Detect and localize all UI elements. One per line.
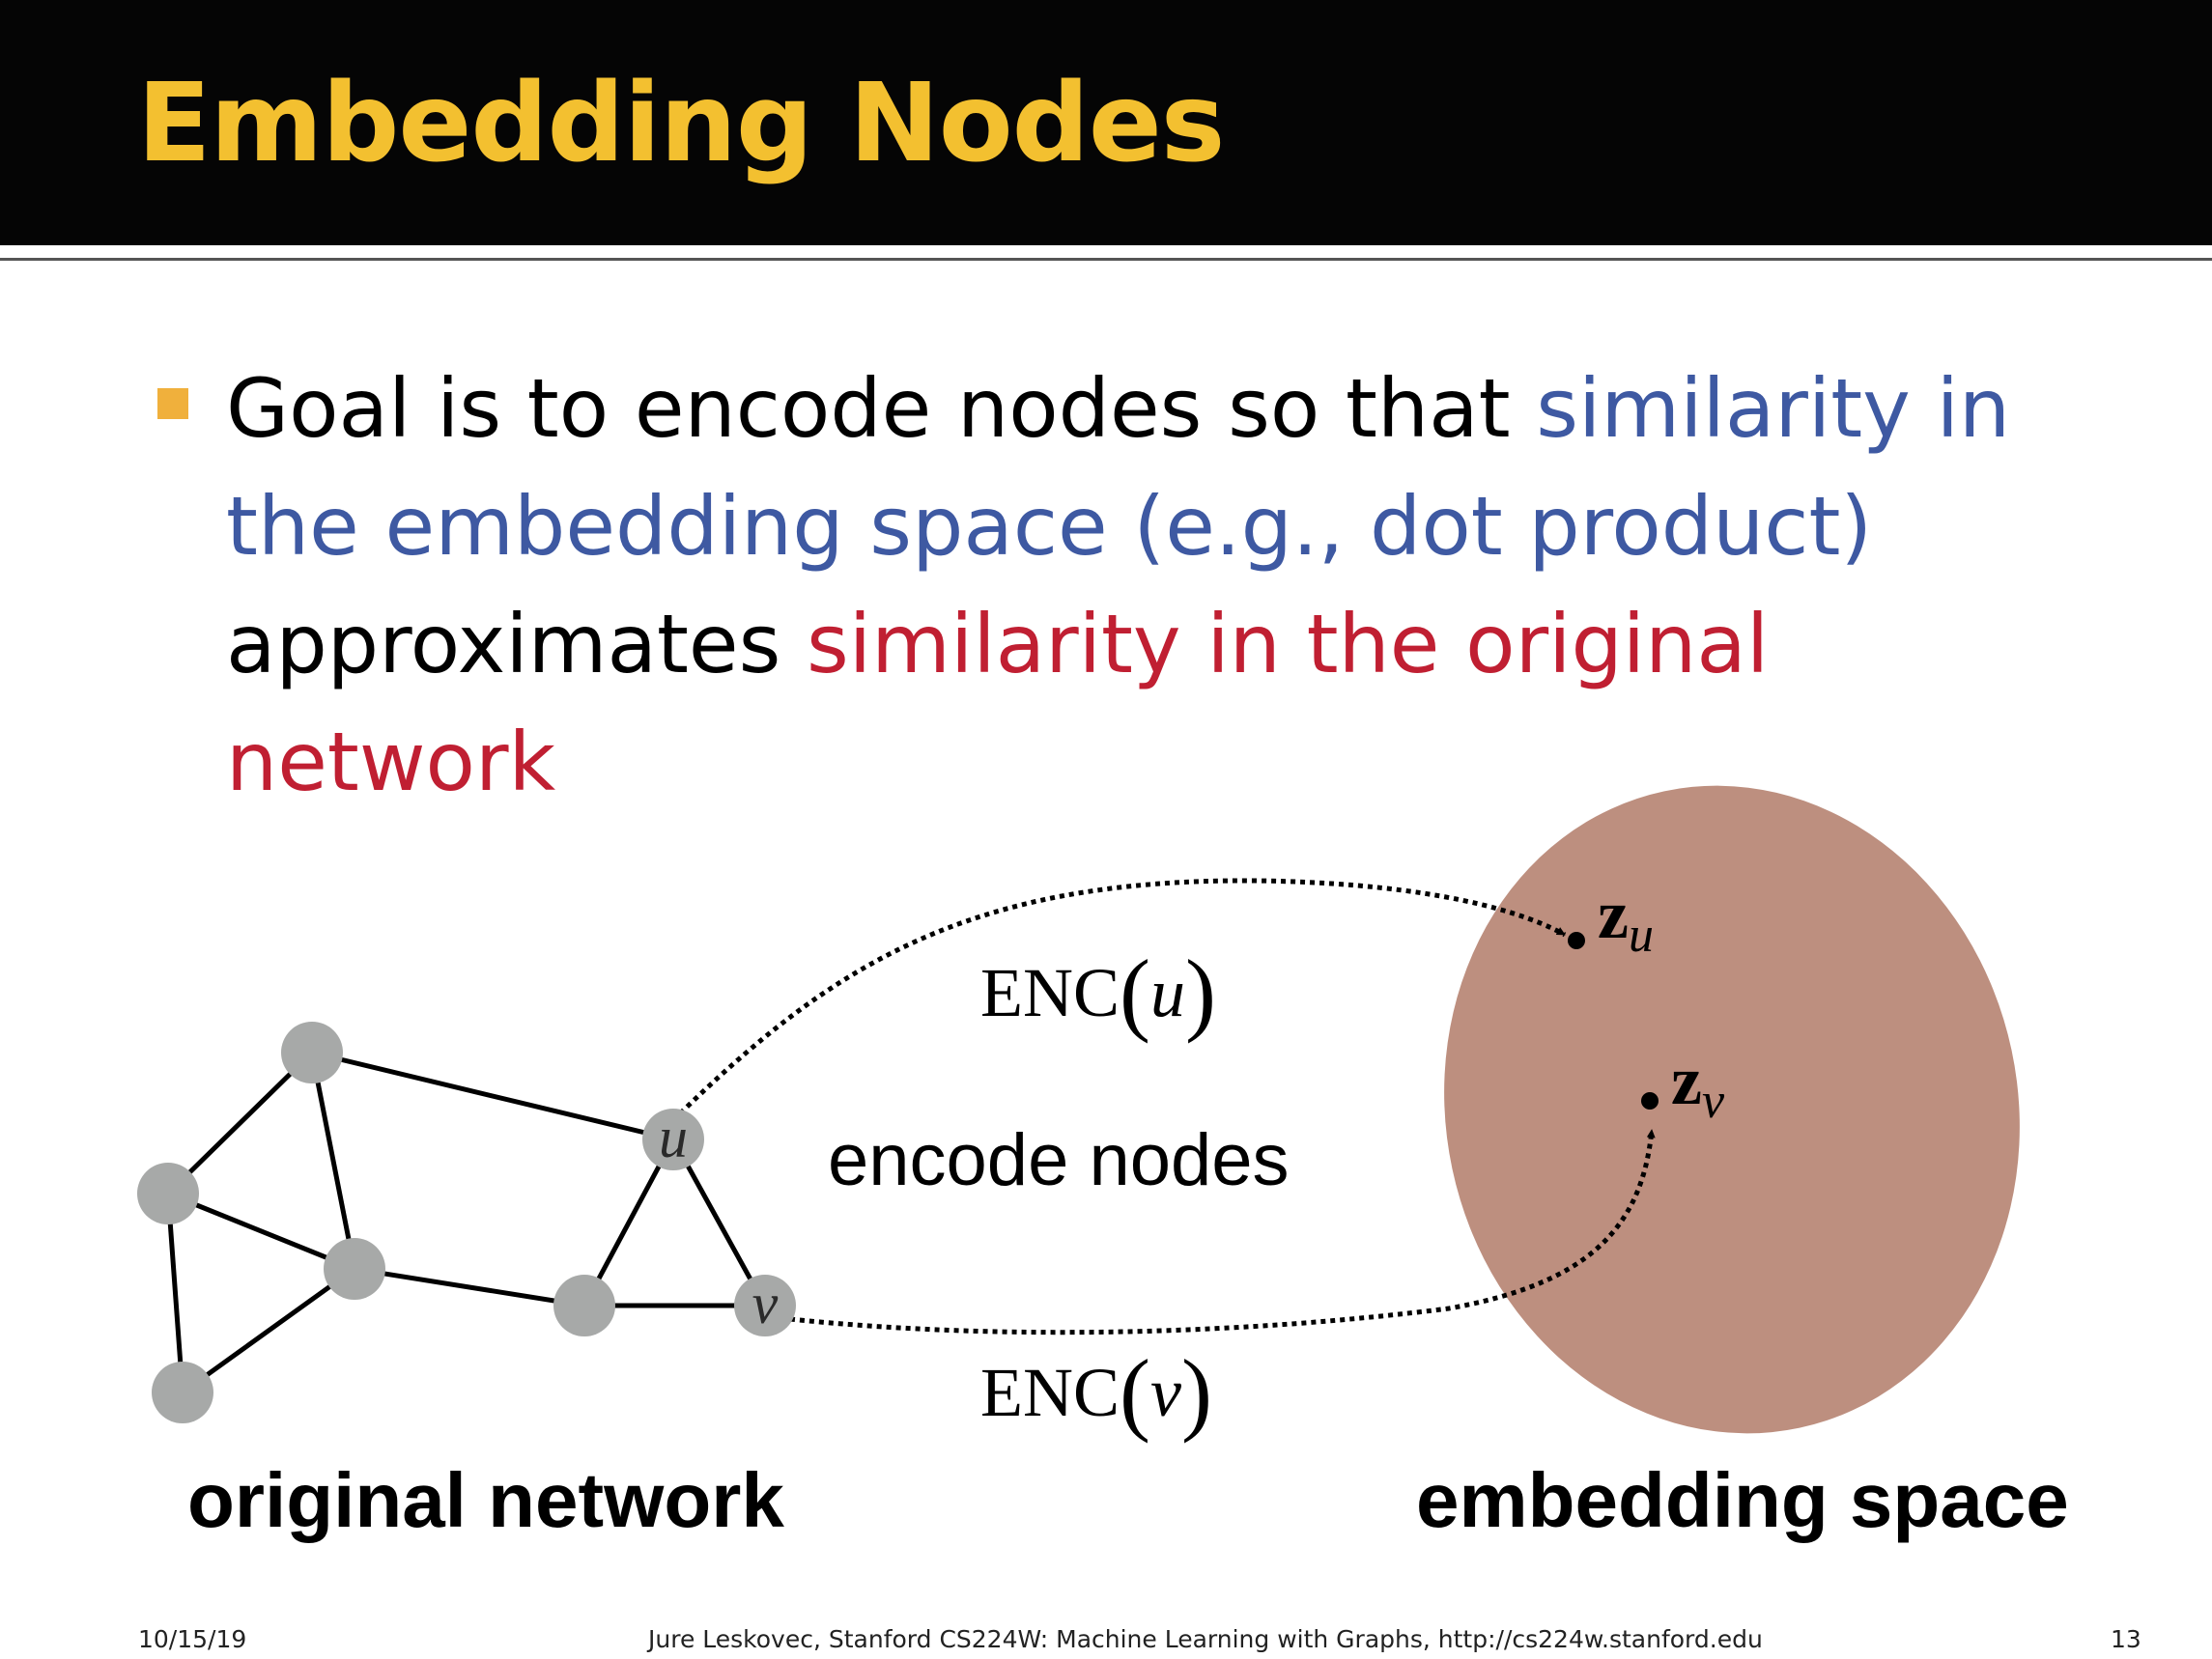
embedding-point-zu (1568, 932, 1585, 949)
enc-v-label: ENC(v) (980, 1340, 1212, 1444)
original-network-label: original network (187, 1457, 784, 1543)
graph-edges (165, 1050, 768, 1395)
zv-label: zv (1671, 1042, 1725, 1129)
graph-node (137, 1163, 199, 1224)
embedding-point-zv (1641, 1092, 1659, 1110)
node-u-label: u (659, 1106, 688, 1169)
graph-edge (352, 1266, 587, 1308)
graph-edge (180, 1266, 357, 1395)
embedding-space-region (1444, 785, 2020, 1434)
zu-label: zu (1598, 876, 1654, 963)
footer-page-number: 13 (2111, 1625, 2141, 1653)
node-v-label: v (752, 1272, 779, 1336)
graph-node (152, 1362, 213, 1423)
footer-date: 10/15/19 (138, 1625, 247, 1653)
graph-node (281, 1022, 343, 1083)
footer-credit: Jure Leskovec, Stanford CS224W: Machine … (648, 1625, 1763, 1653)
embedding-space-label: embedding space (1416, 1457, 2069, 1543)
graph-edge (309, 1050, 676, 1142)
encode-nodes-label: encode nodes (828, 1119, 1290, 1201)
graph-node (324, 1238, 385, 1300)
enc-u-label: ENC(u) (980, 941, 1216, 1044)
graph-edge (309, 1050, 357, 1272)
graph-node (553, 1275, 615, 1336)
